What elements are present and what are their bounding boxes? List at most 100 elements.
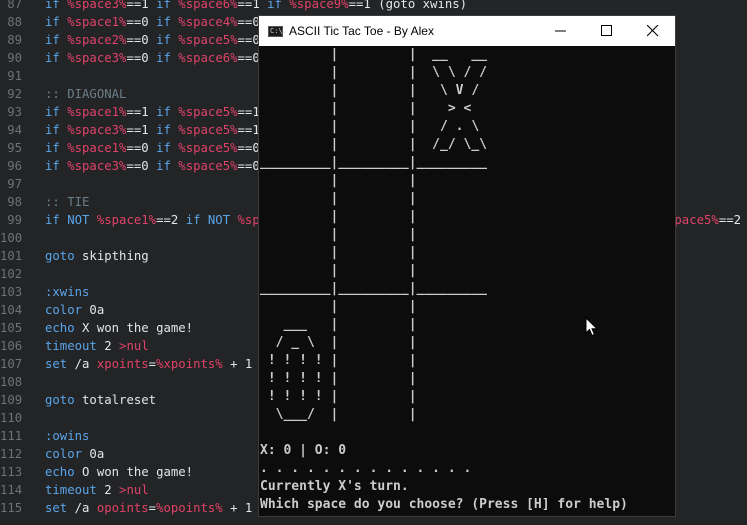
line-number: 98 [7,195,22,209]
code-token: 2 [104,483,120,497]
console-line: Which space do you choose? (Press [H] fo… [260,497,628,512]
code-token: %space2% [67,33,127,47]
window-title: ASCII Tic Tac Toe - By Alex [289,24,434,38]
line-number: 115 [0,501,23,515]
code-token: %space1% [67,105,127,119]
code-token: %space1% [67,141,127,155]
code-token: ==1 [237,0,268,11]
code-token: :: DIAGONAL [45,87,127,101]
code-token: if [45,33,68,47]
code-token: ==2 [156,213,186,227]
maximize-button[interactable] [584,16,630,46]
line-number: 110 [0,411,23,425]
console-line: | | __ __ [260,47,487,62]
console-line: ___ | | [260,317,417,332]
console-line: | | [260,299,417,314]
code-token: if NOT [45,213,97,227]
console-line: _________|_________|_________ [260,155,487,170]
code-token: goto [45,249,83,263]
console-line: | | [260,227,417,242]
console-line: \___/ | | [260,407,417,422]
code-token: ==0 [126,51,157,65]
line-number: 109 [0,393,23,407]
console-line: | | > < [260,101,472,116]
console-output[interactable]: | | __ __ | | \ \ / / | | \ V / | | > < … [259,46,675,516]
code-token: /a [74,357,97,371]
code-token: if [45,123,68,137]
code-token: = [148,501,157,515]
line-number: 91 [7,69,22,83]
console-line: | | [260,263,417,278]
line-number: 95 [7,141,22,155]
minimize-button[interactable] [538,16,584,46]
code-token: if [45,15,68,29]
line-number: 87 [7,0,22,11]
code-token: + 1 [222,357,253,371]
code-token: ==1 [126,0,157,11]
code-text: set /a opoints=%opoints% + 1 [45,499,252,517]
line-number: 105 [0,321,23,335]
code-token: %space6% [178,0,238,11]
console-line: Currently X's turn. [260,479,409,494]
code-token: if [156,159,179,173]
code-token: 2 [104,339,120,353]
mouse-cursor-icon [585,317,599,337]
window-titlebar[interactable]: C:\. ASCII Tic Tac Toe - By Alex [259,16,675,46]
code-token: ==1 (goto xwins) [348,0,468,11]
code-text: echo X won the game! [45,319,193,337]
code-token: ==1 [126,105,157,119]
code-token: %space1% [96,213,157,227]
code-text: color 0a [45,445,104,463]
close-button[interactable] [630,16,676,46]
code-token: goto [45,393,83,407]
console-line: ! ! ! ! | | [260,371,417,386]
console-line: | | [260,173,417,188]
code-text: :: DIAGONAL [45,85,126,103]
code-token: if [45,141,68,155]
console-line: | | /_/ \_\ [260,137,487,152]
code-token: %space5% [178,141,238,155]
line-number: 106 [0,339,23,353]
code-text: goto totalreset [45,391,156,409]
line-number: 97 [7,177,22,191]
code-token: echo [45,321,83,335]
code-text: :xwins [45,283,89,301]
console-line: ! ! ! ! | | [260,353,417,368]
console-app-icon: C:\. [268,26,287,37]
code-token: X won the game! [82,321,194,335]
code-token: if [267,0,290,11]
console-line: | | [260,191,417,206]
close-icon [647,25,659,37]
code-token: opoints [96,501,149,515]
code-token: :owins [45,429,90,443]
code-token: 0a [89,303,105,317]
code-text: timeout 2 >nul [45,337,149,355]
code-token: >nul [119,483,149,497]
minimize-icon [555,30,566,32]
code-token: + 1 [222,501,253,515]
line-number: 108 [0,375,23,389]
code-token: ==1 [126,123,157,137]
code-token: %xpoints% [156,357,223,371]
code-token: O won the game! [82,465,194,479]
code-token: ==0 [126,159,157,173]
line-number: 88 [7,15,22,29]
console-line: . . . . . . . . . . . . . . [260,461,472,476]
code-token: if [156,15,179,29]
code-token: %space5% [178,159,238,173]
code-token: ==0 [126,141,157,155]
line-number: 89 [7,33,22,47]
code-token: %space5% [178,123,238,137]
code-token: %space9% [289,0,349,11]
console-line: | | \ V / [260,83,480,98]
code-token: %opoints% [156,501,223,515]
console-window[interactable]: C:\. ASCII Tic Tac Toe - By Alex | | __ … [258,15,676,517]
code-token: echo [45,465,83,479]
line-number: 102 [0,267,23,281]
code-text: if %space3%==1 if %space6%==1 if %space9… [45,0,467,13]
code-text: goto skipthing [45,247,149,265]
line-number: 114 [0,483,23,497]
code-line[interactable]: 87 if %space3%==1 if %space6%==1 if %spac… [0,0,747,13]
code-text: timeout 2 >nul [45,481,149,499]
line-number: 90 [7,51,22,65]
